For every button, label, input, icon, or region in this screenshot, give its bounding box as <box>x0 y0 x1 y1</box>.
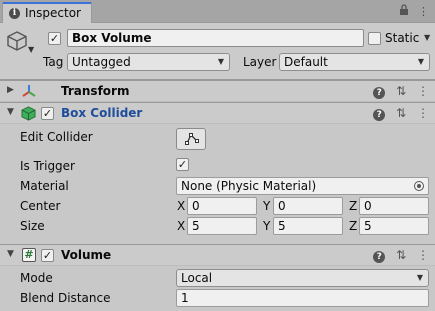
foldout-collapsed-icon[interactable]: ▶ <box>7 85 14 95</box>
foldout-expanded-icon[interactable]: ▼ <box>7 107 14 117</box>
presets-icon[interactable]: ⇅ <box>396 248 406 262</box>
center-label: Center <box>20 199 61 213</box>
center-z-label: Z <box>349 199 358 213</box>
static-dropdown-icon[interactable]: ▼ <box>424 33 430 42</box>
is-trigger-label: Is Trigger <box>20 159 75 173</box>
size-z-field[interactable]: 5 <box>359 217 429 235</box>
static-checkbox[interactable] <box>368 32 381 45</box>
size-x-field[interactable]: 5 <box>187 217 257 235</box>
size-label: Size <box>20 219 45 233</box>
center-y-field[interactable]: 0 <box>273 197 343 215</box>
info-icon: i <box>9 8 20 19</box>
script-hash-icon: # <box>22 248 36 262</box>
edit-bounds-icon <box>184 132 200 149</box>
help-icon[interactable]: ? <box>373 109 386 121</box>
kebab-menu-icon[interactable]: ⋮ <box>418 5 429 18</box>
layer-value: Default <box>284 55 328 69</box>
gameobject-cube-icon[interactable] <box>6 30 28 52</box>
layer-label: Layer <box>243 55 277 69</box>
transform-axes-icon <box>21 83 37 102</box>
layer-dropdown[interactable]: Default ▼ <box>279 53 430 71</box>
material-field[interactable]: None (Physic Material) <box>176 177 429 195</box>
volume-body: Mode Local ▼ Blend Distance 1 <box>0 266 435 311</box>
center-y-label: Y <box>263 199 271 213</box>
is-trigger-checkbox[interactable]: ✓ <box>176 158 189 171</box>
box-collider-body: Edit Collider Is Trigger ✓ Material None… <box>0 124 435 245</box>
edit-collider-button[interactable] <box>176 128 206 150</box>
tag-value: Untagged <box>72 55 131 69</box>
lock-icon[interactable] <box>399 4 413 18</box>
presets-icon[interactable]: ⇅ <box>396 106 406 120</box>
box-collider-header[interactable]: ▼ ✓ Box Collider ? ⇅ ⋮ <box>0 102 435 124</box>
material-value: None (Physic Material) <box>181 179 317 193</box>
chevron-down-icon[interactable]: ▼ <box>28 45 34 54</box>
volume-enabled-checkbox[interactable]: ✓ <box>41 249 54 262</box>
kebab-menu-icon[interactable]: ⋮ <box>417 106 429 120</box>
mode-value: Local <box>181 271 213 285</box>
box-collider-enabled-checkbox[interactable]: ✓ <box>41 107 54 120</box>
size-x-label: X <box>177 219 186 233</box>
mode-dropdown[interactable]: Local ▼ <box>176 269 429 287</box>
object-name-field[interactable]: Box Volume <box>67 29 364 47</box>
tab-label: Inspector <box>25 6 81 20</box>
component-actions: ? ⇅ ⋮ <box>366 84 429 99</box>
volume-header[interactable]: ▼ # ✓ Volume ? ⇅ ⋮ <box>0 244 435 266</box>
size-y-field[interactable]: 5 <box>273 217 343 235</box>
chevron-down-icon: ▼ <box>416 273 423 282</box>
box-collider-title: Box Collider <box>61 106 143 120</box>
help-icon[interactable]: ? <box>373 87 386 99</box>
transform-title: Transform <box>61 84 130 98</box>
size-y-label: Y <box>263 219 271 233</box>
mode-label: Mode <box>20 271 53 285</box>
tag-dropdown[interactable]: Untagged ▼ <box>67 53 230 71</box>
foldout-expanded-icon[interactable]: ▼ <box>7 249 14 259</box>
size-z-label: Z <box>349 219 358 233</box>
chevron-down-icon: ▼ <box>217 57 224 66</box>
center-x-field[interactable]: 0 <box>187 197 257 215</box>
tab-inspector[interactable]: i Inspector <box>2 2 92 23</box>
kebab-menu-icon[interactable]: ⋮ <box>417 84 429 98</box>
object-picker-icon[interactable] <box>414 181 424 191</box>
tab-actions: ⋮ <box>393 4 429 18</box>
presets-icon[interactable]: ⇅ <box>396 84 406 98</box>
blend-distance-field[interactable]: 1 <box>176 289 429 307</box>
volume-title: Volume <box>61 248 112 262</box>
edit-collider-label: Edit Collider <box>20 130 93 144</box>
kebab-menu-icon[interactable]: ⋮ <box>417 248 429 262</box>
blend-distance-label: Blend Distance <box>20 291 111 305</box>
component-actions: ? ⇅ ⋮ <box>366 106 429 121</box>
static-label: Static <box>385 31 420 45</box>
object-header: ▼ ✓ Box Volume Static ▼ Tag Untagged ▼ L… <box>0 23 435 80</box>
center-z-field[interactable]: 0 <box>359 197 429 215</box>
box-collider-icon <box>21 106 36 124</box>
material-label: Material <box>20 179 69 193</box>
tag-label: Tag <box>43 55 64 69</box>
help-icon[interactable]: ? <box>373 251 386 263</box>
chevron-down-icon: ▼ <box>417 57 424 66</box>
active-checkbox[interactable]: ✓ <box>48 32 61 45</box>
component-actions: ? ⇅ ⋮ <box>366 248 429 263</box>
center-x-label: X <box>177 199 186 213</box>
tab-strip: i Inspector ⋮ <box>0 0 435 23</box>
transform-header[interactable]: ▶ Transform ? ⇅ ⋮ <box>0 80 435 102</box>
